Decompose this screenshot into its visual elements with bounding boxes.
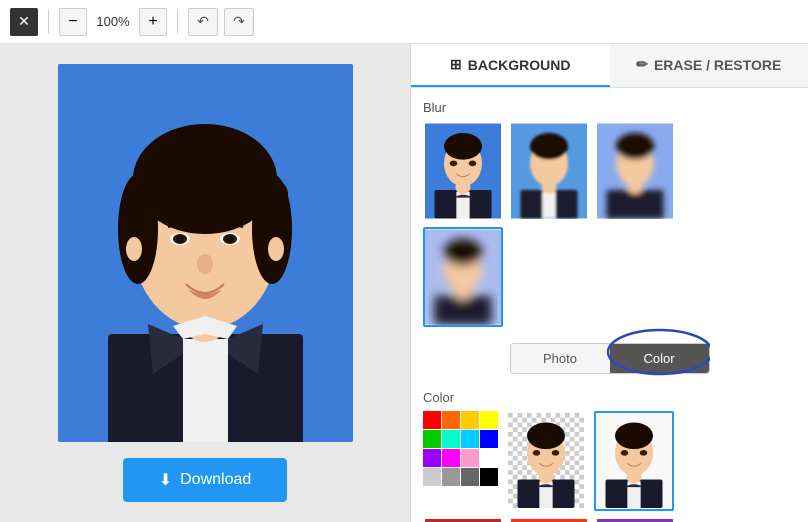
zoom-in-button[interactable]: + [139, 8, 167, 36]
photo-preview [58, 64, 353, 442]
plus-icon: + [148, 13, 157, 31]
color-cell-13[interactable] [442, 468, 460, 486]
download-icon: ⬇ [159, 470, 172, 490]
color-palette [423, 411, 498, 486]
color-cell-5[interactable] [442, 430, 460, 448]
undo-icon: ↶ [197, 13, 209, 30]
blur-section-label: Blur [423, 100, 796, 115]
portrait-svg [58, 64, 353, 442]
sub-tabs: Photo Color [510, 343, 710, 374]
sub-tabs-row: Photo Color [423, 335, 796, 382]
color-cell-3[interactable] [480, 411, 498, 429]
redo-button[interactable]: ↷ [224, 8, 254, 36]
undo-button[interactable]: ↶ [188, 8, 218, 36]
close-button[interactable]: ✕ [10, 8, 38, 36]
minus-icon: − [68, 13, 77, 31]
download-label: Download [180, 471, 251, 489]
blur-thumb-3[interactable] [595, 121, 675, 221]
sub-tab-photo[interactable]: Photo [511, 344, 610, 373]
color-thumbnails-row2 [423, 517, 796, 522]
layers-icon: ⊞ [450, 56, 462, 73]
color-cell-11[interactable] [480, 449, 498, 467]
photo-tab-label: Photo [543, 351, 577, 366]
zoom-out-button[interactable]: − [59, 8, 87, 36]
panel-content: Blur [411, 88, 808, 522]
color-tab-label: Color [643, 351, 674, 366]
color-cell-12[interactable] [423, 468, 441, 486]
main-content: ⬇ Download ⊞ BACKGROUND ✏ ERASE / RESTOR… [0, 44, 808, 522]
color-cell-8[interactable] [423, 449, 441, 467]
close-icon: ✕ [18, 13, 30, 30]
download-button[interactable]: ⬇ Download [123, 458, 288, 502]
color-cell-14[interactable] [461, 468, 479, 486]
blur-thumbnails [423, 121, 796, 221]
color-thumb-orange-red[interactable] [509, 517, 589, 522]
color-cell-10[interactable] [461, 449, 479, 467]
color-thumb-purple[interactable] [595, 517, 675, 522]
blur-thumb-4[interactable] [423, 227, 503, 327]
color-cell-2[interactable] [461, 411, 479, 429]
separator-2 [177, 10, 178, 34]
color-cell-6[interactable] [461, 430, 479, 448]
sub-tab-color[interactable]: Color [610, 344, 709, 373]
zoom-value: 100% [93, 14, 133, 29]
color-section-label: Color [423, 390, 796, 405]
left-panel: ⬇ Download [0, 44, 410, 522]
toolbar: ✕ − 100% + ↶ ↷ [0, 0, 808, 44]
color-cell-4[interactable] [423, 430, 441, 448]
color-thumb-white[interactable] [594, 411, 674, 511]
color-cell-0[interactable] [423, 411, 441, 429]
tabs-header: ⊞ BACKGROUND ✏ ERASE / RESTORE [411, 44, 808, 88]
eraser-icon: ✏ [636, 56, 648, 73]
color-cell-7[interactable] [480, 430, 498, 448]
right-panel: ⊞ BACKGROUND ✏ ERASE / RESTORE Blur [410, 44, 808, 522]
color-cell-1[interactable] [442, 411, 460, 429]
tab-background[interactable]: ⊞ BACKGROUND [411, 44, 610, 87]
color-thumb-red[interactable] [423, 517, 503, 522]
redo-icon: ↷ [233, 13, 245, 30]
color-cell-15[interactable] [480, 468, 498, 486]
tab-erase-restore[interactable]: ✏ ERASE / RESTORE [610, 44, 808, 87]
blur-thumbnails-row2 [423, 227, 796, 327]
blur-thumb-2[interactable] [509, 121, 589, 221]
tab-erase-restore-label: ERASE / RESTORE [654, 57, 781, 73]
color-thumb-transparent[interactable] [506, 411, 586, 511]
color-cell-9[interactable] [442, 449, 460, 467]
separator-1 [48, 10, 49, 34]
tab-background-label: BACKGROUND [468, 57, 571, 73]
blur-thumb-1[interactable] [423, 121, 503, 221]
